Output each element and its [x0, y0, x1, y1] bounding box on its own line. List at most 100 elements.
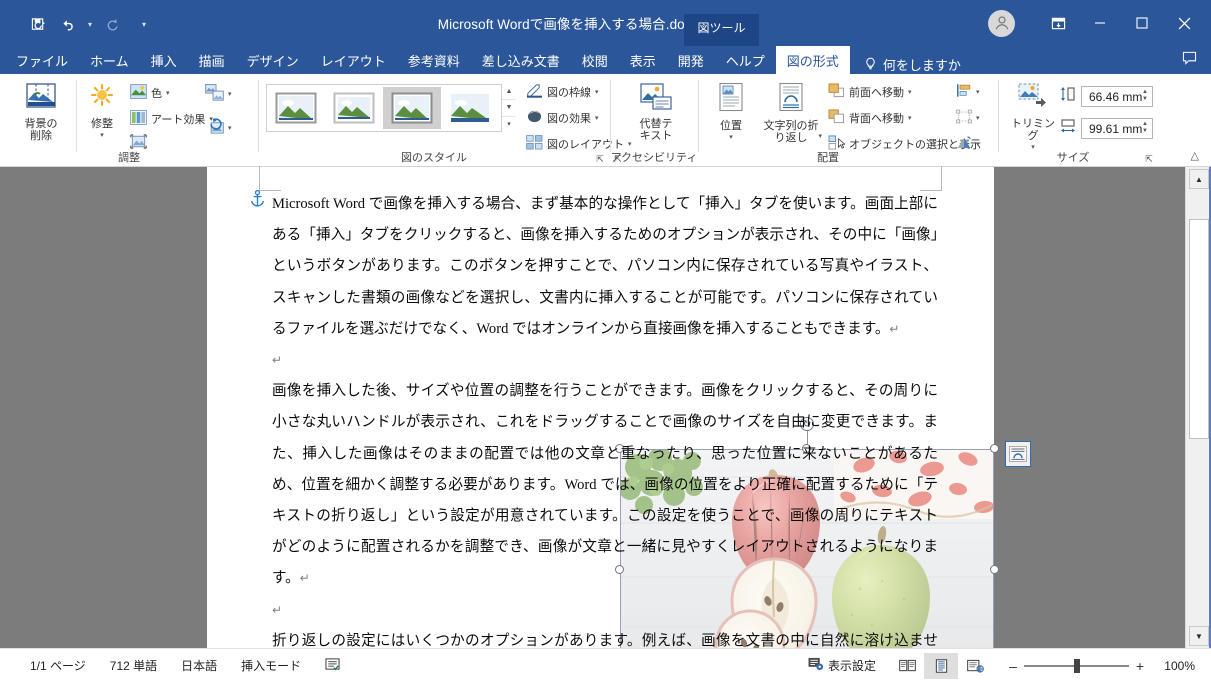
document-page[interactable]: ↻ Microsoft Word で画像を挿入する場合、まず基本的な操作として「…	[207, 166, 1031, 682]
chevron-down-icon[interactable]: ▾	[976, 114, 980, 122]
picture-style-thumb[interactable]	[325, 87, 383, 129]
group-title-size: サイズ	[1056, 152, 1090, 164]
word-count[interactable]: 712 単語	[98, 657, 169, 674]
picture-style-thumb[interactable]	[267, 87, 325, 129]
shape-width-input[interactable]: 99.61 mm ▲ ▼	[1081, 118, 1153, 139]
rotate-button[interactable]: ▾	[956, 135, 980, 153]
shape-height-value: 66.46 mm	[1089, 89, 1143, 104]
artistic-effects-button[interactable]: アート効果 ▾	[130, 110, 213, 128]
picture-style-thumb[interactable]	[441, 87, 499, 129]
close-button[interactable]	[1163, 8, 1205, 38]
anchor-icon	[250, 189, 265, 212]
view-web-layout-button[interactable]	[958, 653, 992, 679]
vertical-scrollbar[interactable]: ▲ ▼	[1185, 167, 1211, 648]
margin-mark-top-right	[920, 166, 942, 191]
chevron-down-icon[interactable]: ▾	[818, 131, 822, 143]
chevron-down-icon[interactable]: ▾	[595, 88, 599, 96]
minimize-button[interactable]	[1079, 8, 1121, 38]
group-button[interactable]: ▾	[956, 109, 980, 127]
view-read-mode-button[interactable]	[890, 653, 924, 679]
proofing-icon[interactable]	[313, 657, 352, 674]
chevron-down-icon[interactable]: ▾	[228, 90, 232, 98]
color-button[interactable]: 色 ▾	[130, 84, 170, 102]
width-spinner[interactable]: ▲ ▼	[1142, 121, 1148, 135]
picture-styles-scroll[interactable]: ▲ ▼ ▾	[501, 84, 516, 132]
tab-file[interactable]: ファイル	[0, 46, 79, 74]
artistic-effects-icon	[130, 110, 147, 128]
shape-width-field[interactable]: 99.61 mm ▲ ▼	[1060, 118, 1153, 139]
crop-button[interactable]: トリミング ▾	[1006, 82, 1060, 154]
chevron-down-icon[interactable]: ▾	[976, 88, 980, 96]
tell-me-search[interactable]: 何をしますか	[850, 55, 961, 74]
chevron-down-icon[interactable]: ▾	[908, 88, 912, 96]
compress-pictures-button[interactable]: ▾	[205, 84, 232, 104]
bring-forward-button[interactable]: 前面へ移動 ▾	[828, 83, 912, 101]
language-indicator[interactable]: 日本語	[169, 657, 229, 674]
tab-insert[interactable]: 挿入	[140, 46, 188, 74]
accessibility-dialog-launcher[interactable]: ⇱	[612, 153, 624, 165]
tab-help[interactable]: ヘルプ	[715, 46, 776, 74]
scroll-up-button[interactable]: ▲	[1189, 169, 1209, 189]
position-button[interactable]: 位置 ▾	[708, 82, 754, 144]
resize-handle-middle-right[interactable]	[990, 565, 999, 574]
ribbon-display-options-icon[interactable]	[1037, 8, 1079, 38]
layout-options-button[interactable]	[1005, 441, 1031, 467]
tab-picture-format[interactable]: 図の形式	[775, 46, 850, 74]
picture-styles-gallery[interactable]	[266, 84, 516, 132]
align-button[interactable]: ▾	[956, 83, 980, 101]
tab-home[interactable]: ホーム	[79, 46, 140, 74]
scroll-up-icon[interactable]: ▲	[502, 84, 516, 99]
tab-references[interactable]: 参考資料	[397, 46, 471, 74]
scroll-down-icon[interactable]: ▼	[502, 99, 516, 115]
tab-draw[interactable]: 描画	[188, 46, 236, 74]
picture-border-button[interactable]: 図の枠線 ▾	[526, 83, 599, 101]
chevron-down-icon[interactable]: ▾	[908, 114, 912, 122]
comments-icon[interactable]	[1182, 51, 1197, 68]
paragraph-1: Microsoft Word で画像を挿入する場合、まず基本的な操作として「挿入…	[272, 189, 938, 345]
picture-styles-dialog-launcher[interactable]: ⇱	[594, 153, 606, 165]
resize-handle-top-right[interactable]	[990, 444, 999, 453]
more-styles-icon[interactable]: ▾	[502, 115, 516, 132]
display-settings-button[interactable]: 表示設定	[794, 657, 890, 674]
ribbon-group-picture-styles: ▲ ▼ ▾ 図の枠線 ▾ 図の効果 ▾ 図のレイアウト ▾ 図のスタイル ⇱	[258, 74, 632, 167]
page-indicator[interactable]: 1/1 ページ	[18, 657, 98, 674]
scroll-down-button[interactable]: ▼	[1189, 626, 1209, 646]
zoom-in-button[interactable]: +	[1129, 658, 1151, 674]
chevron-down-icon[interactable]: ▾	[100, 130, 104, 142]
picture-effects-button[interactable]: 図の効果 ▾	[526, 109, 599, 127]
picture-style-thumb-selected[interactable]	[383, 87, 441, 129]
user-avatar[interactable]	[988, 9, 1015, 37]
tab-design[interactable]: デザイン	[236, 46, 310, 74]
wrap-text-button[interactable]: 文字列の折 り返し ▾	[758, 82, 824, 144]
collapse-ribbon-icon[interactable]: △	[1191, 149, 1199, 162]
shape-height-field[interactable]: 66.46 mm ▲ ▼	[1060, 86, 1153, 107]
zoom-slider[interactable]	[1024, 658, 1129, 673]
chevron-down-icon[interactable]: ▾	[166, 89, 170, 97]
tab-view[interactable]: 表示	[619, 46, 667, 74]
shape-height-input[interactable]: 66.46 mm ▲ ▼	[1081, 86, 1153, 107]
tab-developer[interactable]: 開発	[667, 46, 715, 74]
size-dialog-launcher[interactable]: ⇱	[1143, 153, 1155, 165]
chevron-down-icon[interactable]: ▾	[729, 132, 733, 144]
scroll-thumb[interactable]	[1189, 219, 1209, 439]
chevron-down-icon[interactable]: ▾	[228, 124, 232, 132]
zoom-out-button[interactable]: –	[1002, 658, 1024, 674]
tab-layout[interactable]: レイアウト	[310, 46, 397, 74]
zoom-control[interactable]: – + 100%	[1002, 658, 1195, 674]
document-text[interactable]: Microsoft Word で画像を挿入する場合、まず基本的な操作として「挿入…	[272, 189, 938, 682]
tab-review[interactable]: 校閲	[571, 46, 619, 74]
send-backward-button[interactable]: 背面へ移動 ▾	[828, 109, 912, 127]
corrections-button[interactable]: 修整 ▾	[80, 82, 124, 142]
chevron-down-icon[interactable]: ▾	[595, 114, 599, 122]
insert-mode-indicator[interactable]: 挿入モード	[229, 657, 313, 674]
height-spinner[interactable]: ▲ ▼	[1142, 89, 1148, 103]
maximize-button[interactable]	[1121, 8, 1163, 38]
remove-background-button[interactable]: 背景の 削除	[14, 82, 68, 142]
reset-picture-button[interactable]: ▾	[205, 118, 232, 138]
tab-mailings[interactable]: 差し込み文書	[471, 46, 571, 74]
view-print-layout-button[interactable]	[924, 652, 958, 679]
alt-text-button[interactable]: 代替テ キスト	[630, 82, 682, 142]
zoom-slider-thumb[interactable]	[1073, 658, 1080, 673]
zoom-level[interactable]: 100%	[1151, 659, 1195, 673]
chevron-down-icon[interactable]: ▾	[976, 140, 980, 148]
